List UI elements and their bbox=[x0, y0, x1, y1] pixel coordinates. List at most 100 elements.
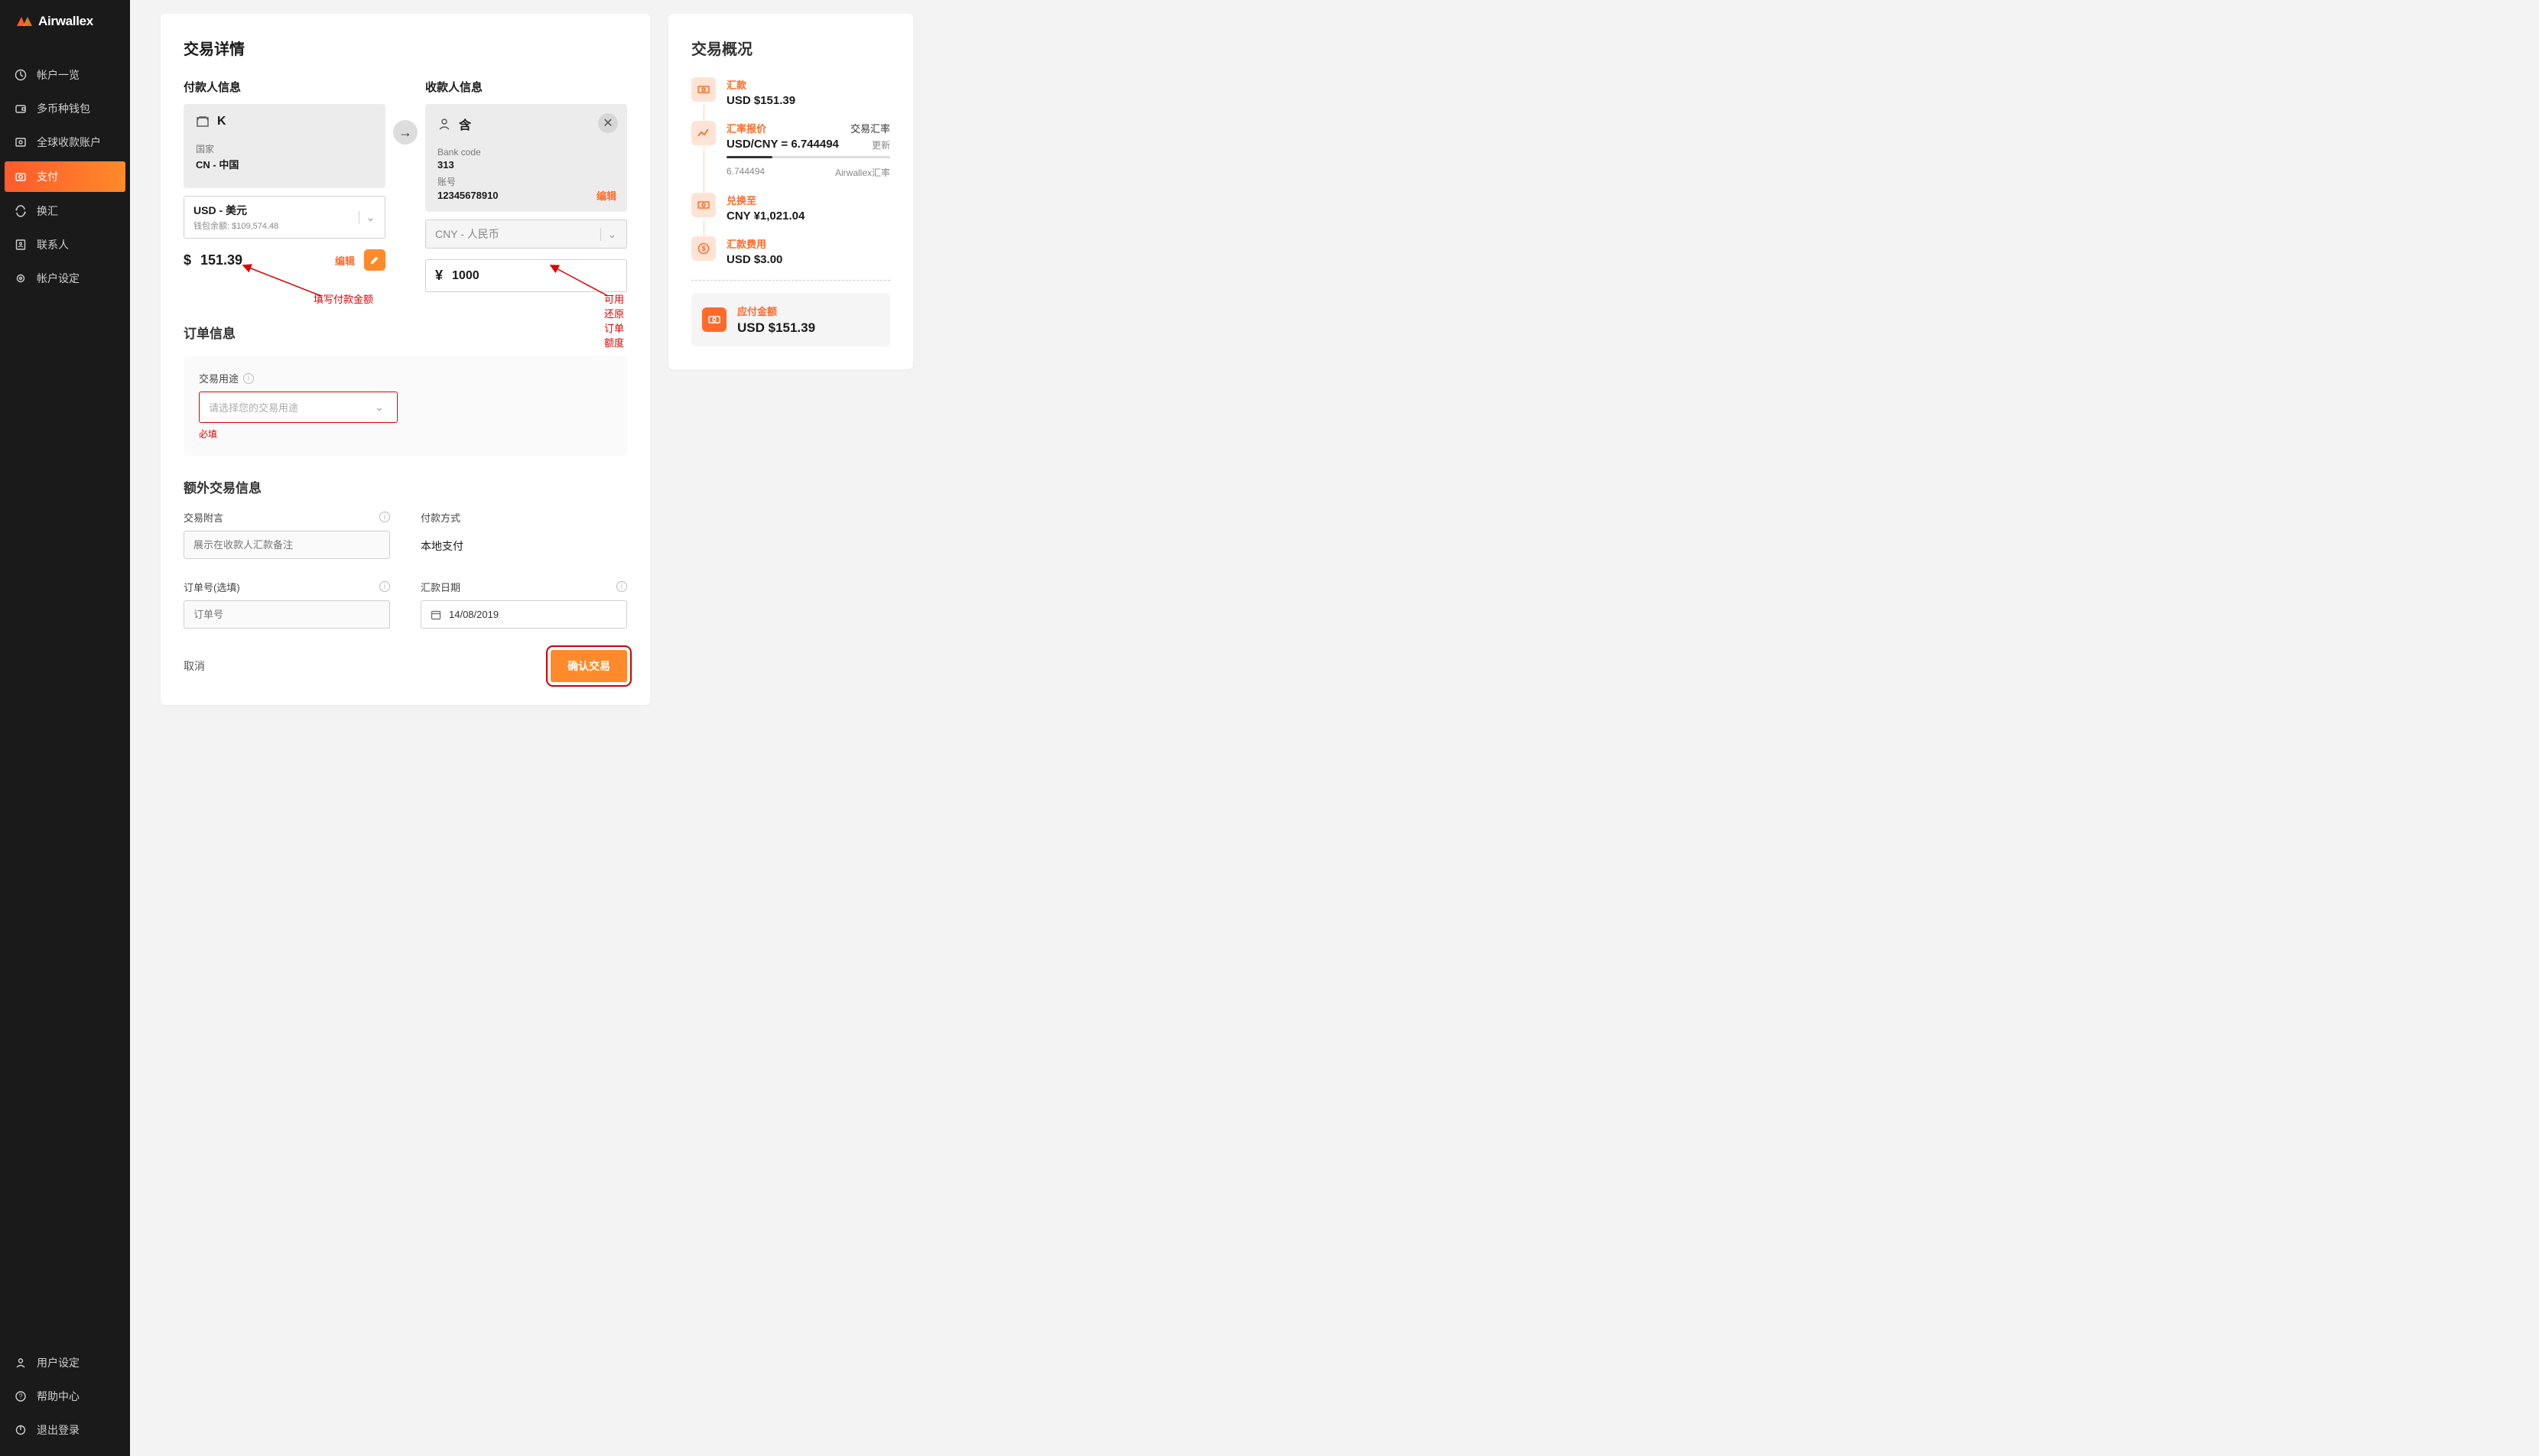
payer-amount-row: $ 151.39 编辑 bbox=[184, 249, 385, 271]
summary-target-label: 兑换至 bbox=[727, 193, 890, 207]
payment-method-label: 付款方式 bbox=[421, 510, 627, 525]
rate-type: 交易汇率 bbox=[850, 121, 890, 135]
payer-country-label: 国家 bbox=[196, 142, 373, 155]
nav-logout[interactable]: 退出登录 bbox=[0, 1413, 130, 1447]
required-error: 必填 bbox=[199, 427, 612, 440]
wallet-icon bbox=[14, 102, 28, 115]
rate-source: Airwallex汇率 bbox=[835, 166, 890, 179]
divider bbox=[691, 280, 890, 281]
payer-currency-select[interactable]: USD - 美元 钱包余额: $109,574.48 ⌄ bbox=[184, 196, 385, 239]
remit-date-input[interactable]: 14/08/2019 bbox=[421, 600, 627, 629]
summary-fee-label: 汇款费用 bbox=[727, 236, 890, 251]
payer-column: 付款人信息 K 国家 CN - 中国 bbox=[184, 79, 385, 292]
edit-icon-button[interactable] bbox=[364, 249, 385, 271]
payer-amount-symbol: $ bbox=[184, 252, 191, 268]
action-row: 取消 确认交易 bbox=[184, 650, 627, 682]
nav-account-overview[interactable]: 帐户一览 bbox=[0, 58, 130, 92]
info-icon[interactable]: i bbox=[243, 373, 254, 384]
order-section-title: 订单信息 bbox=[184, 323, 627, 342]
rate-update[interactable]: 更新 bbox=[850, 138, 890, 151]
chart-icon bbox=[691, 121, 716, 145]
nav-help[interactable]: ?帮助中心 bbox=[0, 1380, 130, 1413]
merchant-icon bbox=[196, 115, 210, 128]
nav-pay[interactable]: 支付 bbox=[5, 161, 125, 192]
info-icon[interactable]: i bbox=[379, 512, 390, 522]
remit-date-value: 14/08/2019 bbox=[449, 609, 499, 620]
close-icon[interactable]: ✕ bbox=[598, 113, 618, 133]
payer-country-value: CN - 中国 bbox=[196, 157, 373, 171]
summary-total: 应付金额 USD $151.39 bbox=[691, 293, 890, 346]
payee-amount-input[interactable]: ¥ 1000 bbox=[425, 259, 627, 292]
order-no-input[interactable] bbox=[184, 600, 390, 629]
cancel-button[interactable]: 取消 bbox=[184, 658, 205, 674]
summary-target-value: CNY ¥1,021.04 bbox=[727, 210, 890, 223]
summary-target: 兑换至 CNY ¥1,021.04 bbox=[691, 193, 890, 223]
section-title-detail: 交易详情 bbox=[184, 37, 627, 59]
summary-total-label: 应付金额 bbox=[737, 304, 879, 318]
payee-currency-select[interactable]: CNY - 人民币 ⌄ bbox=[425, 219, 627, 249]
payee-column: 收款人信息 ✕ 含 Bank code 313 bbox=[425, 79, 627, 292]
payer-name: K bbox=[217, 115, 226, 128]
confirm-button[interactable]: 确认交易 bbox=[551, 650, 627, 682]
nav-account-settings[interactable]: 帐户设定 bbox=[0, 262, 130, 295]
exchange-icon bbox=[14, 204, 28, 218]
payee-name: 含 bbox=[459, 115, 471, 133]
nav-global-accounts[interactable]: 全球收款账户 bbox=[0, 125, 130, 159]
brand-logo: Airwallex bbox=[0, 0, 130, 43]
calendar-icon bbox=[431, 609, 441, 620]
summary-source: 汇款 USD $151.39 bbox=[691, 77, 890, 107]
remit-date-label: 汇款日期 bbox=[421, 580, 627, 594]
payer-box: K 国家 CN - 中国 bbox=[184, 104, 385, 188]
total-icon bbox=[702, 307, 727, 332]
payee-edit-link[interactable]: 编辑 bbox=[597, 188, 616, 203]
payee-label: 收款人信息 bbox=[425, 79, 627, 95]
payer-amount-value: 151.39 bbox=[200, 252, 326, 268]
nav-convert[interactable]: 换汇 bbox=[0, 194, 130, 228]
summary-total-value: USD $151.39 bbox=[737, 320, 879, 336]
nav-user-settings[interactable]: 用户设定 bbox=[0, 1346, 130, 1380]
fee-icon: $ bbox=[691, 236, 716, 261]
logout-icon bbox=[14, 1423, 28, 1437]
contacts-icon bbox=[14, 238, 28, 252]
order-panel: 交易用途i 请选择您的交易用途 ⌄ 必填 bbox=[184, 356, 627, 456]
account-value: 12345678910 bbox=[437, 190, 615, 201]
summary-source-label: 汇款 bbox=[727, 77, 890, 92]
camera-icon bbox=[14, 170, 28, 184]
nav-wallet[interactable]: 多币种钱包 bbox=[0, 92, 130, 125]
help-icon: ? bbox=[14, 1389, 28, 1403]
summary-rate: 汇率报价 USD/CNY = 6.744494 交易汇率 更新 6.744494 bbox=[691, 121, 890, 179]
money-icon bbox=[691, 77, 716, 102]
payer-balance: 钱包余额: $109,574.48 bbox=[193, 219, 278, 232]
person-icon bbox=[437, 117, 451, 131]
info-icon[interactable]: i bbox=[616, 581, 627, 592]
money-icon bbox=[691, 193, 716, 217]
purpose-placeholder: 请选择您的交易用途 bbox=[209, 400, 298, 414]
gear-icon bbox=[14, 271, 28, 285]
payee-box: ✕ 含 Bank code 313 账号 1234567 bbox=[425, 104, 627, 212]
purpose-select[interactable]: 请选择您的交易用途 ⌄ bbox=[199, 392, 398, 423]
sidebar: Airwallex 帐户一览 多币种钱包 全球收款账户 支付 换汇 联系人 帐户… bbox=[0, 0, 130, 1456]
brand-name: Airwallex bbox=[38, 14, 93, 29]
summary-fee-value: USD $3.00 bbox=[727, 253, 890, 266]
summary-title: 交易概况 bbox=[691, 37, 890, 59]
nav-contacts[interactable]: 联系人 bbox=[0, 228, 130, 262]
note-input[interactable] bbox=[184, 531, 390, 559]
remit-date-field: 汇款日期 i 14/08/2019 bbox=[421, 580, 627, 629]
main-nav: 帐户一览 多币种钱包 全球收款账户 支付 换汇 联系人 帐户设定 bbox=[0, 43, 130, 1346]
payer-edit-link[interactable]: 编辑 bbox=[335, 253, 355, 268]
transaction-detail-card: 交易详情 付款人信息 K 国家 CN - 中国 bbox=[161, 14, 650, 705]
payee-currency: CNY - 人民币 bbox=[435, 226, 499, 242]
user-icon bbox=[14, 1356, 28, 1370]
annotation-payer: 填写付款金额 bbox=[314, 291, 373, 306]
logo-icon bbox=[15, 15, 34, 28]
info-icon[interactable]: i bbox=[379, 581, 390, 592]
parties-row: 付款人信息 K 国家 CN - 中国 bbox=[184, 79, 627, 292]
rate-progress bbox=[727, 156, 890, 158]
payee-amount-symbol: ¥ bbox=[435, 268, 443, 284]
svg-text:$: $ bbox=[701, 245, 705, 252]
summary-rate-pair: USD/CNY = 6.744494 bbox=[727, 138, 839, 151]
payment-method-field: 付款方式 本地支付 bbox=[421, 510, 627, 561]
summary-card: 交易概况 汇款 USD $151.39 bbox=[668, 14, 913, 369]
svg-text:?: ? bbox=[18, 1393, 22, 1400]
chevron-down-icon: ⌄ bbox=[359, 211, 375, 224]
